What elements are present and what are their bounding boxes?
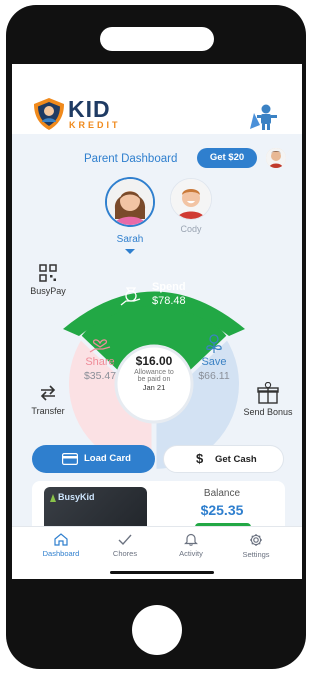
tab-activity-label: Activity xyxy=(179,549,203,558)
allowance-line-2: be paid on xyxy=(137,376,171,383)
load-card-label: Load Card xyxy=(84,453,131,464)
app-screen: KID KREDIT Parent Dashboard Get $20 Sara… xyxy=(12,64,302,579)
home-icon xyxy=(54,533,68,546)
bottom-tab-bar: Dashboard Chores Activity Settings xyxy=(12,526,302,579)
tab-dashboard-label: Dashboard xyxy=(42,549,80,558)
balance-label: Balance xyxy=(203,488,241,499)
tab-settings-label: Settings xyxy=(242,550,270,559)
bell-icon xyxy=(184,533,198,546)
qr-code-icon xyxy=(39,264,57,282)
money-bag-hand-icon xyxy=(120,287,141,306)
selected-kid-caret-icon xyxy=(125,249,135,254)
home-indicator xyxy=(110,571,214,574)
parent-avatar[interactable] xyxy=(266,148,286,168)
brand-kid-text: KID xyxy=(68,96,111,122)
share-label: Share xyxy=(85,356,115,368)
get-cash-label: Get Cash xyxy=(215,454,257,465)
balance-value: $25.35 xyxy=(200,502,244,518)
load-card-button[interactable]: Load Card xyxy=(32,445,155,473)
allowance-center: $16.00 Allowance to be paid on Jan 21 xyxy=(124,354,184,392)
kidkredit-logo: KID KREDIT xyxy=(32,97,132,133)
kid-name-sarah: Sarah xyxy=(116,234,144,245)
save-segment[interactable]: Save $66.11 xyxy=(192,334,236,390)
check-icon xyxy=(118,534,132,546)
spend-amount: $78.48 xyxy=(152,295,186,307)
speaker-slot xyxy=(100,27,214,51)
tab-dashboard[interactable]: Dashboard xyxy=(31,533,91,558)
credit-card-icon xyxy=(62,453,78,465)
app-header: KID KREDIT xyxy=(12,64,302,134)
allowance-date: Jan 21 xyxy=(142,383,166,392)
tab-activity[interactable]: Activity xyxy=(161,533,221,558)
dollar-icon: $ xyxy=(196,451,204,466)
tab-settings[interactable]: Settings xyxy=(226,533,286,559)
tab-chores[interactable]: Chores xyxy=(95,533,155,558)
share-amount: $35.47 xyxy=(83,370,117,382)
busykid-logo-icon xyxy=(50,494,56,502)
page-title: Parent Dashboard xyxy=(84,153,178,165)
card-brand-text: BusyKid xyxy=(58,492,95,502)
get-20-button[interactable]: Get $20 xyxy=(197,148,257,168)
dashboard-content: Parent Dashboard Get $20 Sarah Cody Busy… xyxy=(12,134,302,547)
save-label: Save xyxy=(201,356,227,368)
gift-icon xyxy=(257,382,279,404)
home-button[interactable] xyxy=(132,605,182,655)
tab-chores-label: Chores xyxy=(112,549,138,558)
gear-icon xyxy=(250,534,262,546)
allowance-amount: $16.00 xyxy=(135,354,173,368)
transfer-arrows-icon xyxy=(40,385,56,401)
save-amount: $66.11 xyxy=(198,370,230,382)
heart-hand-icon xyxy=(89,339,111,353)
shield-logo-icon xyxy=(34,98,64,130)
spend-label: Spend xyxy=(152,281,186,293)
kid-name-cody: Cody xyxy=(180,224,202,234)
kid-avatar-cody[interactable] xyxy=(170,178,212,220)
hero-kid-icon[interactable] xyxy=(248,103,282,131)
spend-segment[interactable]: Spend $78.48 xyxy=(120,279,204,313)
kid-avatar-sarah[interactable] xyxy=(105,177,155,227)
get-cash-button[interactable]: $ Get Cash xyxy=(163,445,284,473)
allowance-line-1: Allowance to xyxy=(134,369,174,376)
share-segment[interactable]: Share $35.47 xyxy=(78,334,122,390)
money-plant-icon xyxy=(206,334,222,353)
brand-kredit-text: KREDIT xyxy=(69,120,121,130)
